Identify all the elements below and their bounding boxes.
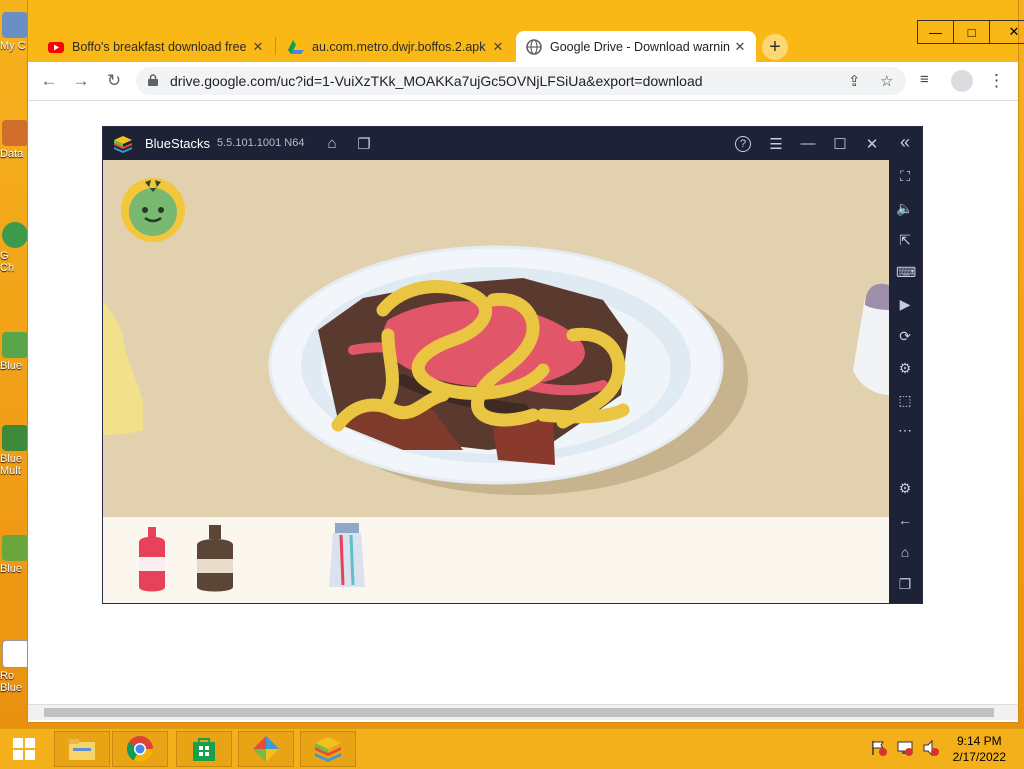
ketchup-bottle[interactable] (139, 527, 165, 592)
system-tray (870, 739, 940, 757)
browser-toolbar: ← → ↻ drive.google.com/uc?id=1-VuiXzTKk_… (28, 62, 1018, 101)
url-text: drive.google.com/uc?id=1-VuiXzTKk_MOAKKa… (170, 73, 703, 89)
game-view[interactable] (103, 160, 889, 603)
condiment-tray (103, 517, 889, 603)
bookmark-star-icon[interactable]: ☆ (880, 72, 893, 90)
desktop-icon-ro-bluestacks[interactable]: Ro Blue (0, 640, 30, 694)
start-button[interactable] (0, 731, 48, 767)
bs-menu-icon[interactable]: ☰ (767, 135, 785, 153)
taskbar-chrome[interactable] (112, 731, 168, 767)
recent-apps-icon[interactable]: ❐ (896, 576, 914, 593)
tab-drive-download-warning[interactable]: Google Drive - Download warnin ✕ (516, 31, 756, 62)
bs-help-icon[interactable]: ? (735, 136, 751, 152)
chrome-icon (126, 736, 154, 763)
bs-minimize-button[interactable]: — (799, 135, 817, 152)
tab-apk-drive[interactable]: au.com.metro.dwjr.boffos.2.apk - ✕ (278, 31, 514, 62)
tab-title: au.com.metro.dwjr.boffos.2.apk - (312, 39, 488, 54)
bs-multi-instance-icon[interactable]: ❐ (355, 135, 373, 153)
more-options-icon[interactable]: ⋯ (896, 422, 914, 439)
back-button[interactable]: ← (38, 71, 60, 91)
taskbar-multi-instance[interactable] (238, 731, 294, 767)
tab-strip: — □ ✕ Boffo's breakfast download free | … (28, 0, 1024, 62)
bluestacks-window: BlueStacks 5.5.101.1001 N64 ⌂ ❐ ? ☰ — ☐ … (102, 126, 923, 604)
bluestacks-sidebar: ⛶ 🔈 ⇱ ⌨ ▶ ⟳ ⚙ ⬚ ⋯ ⚙ ← ⌂ ❐ (889, 160, 922, 603)
store-icon (193, 738, 215, 761)
desktop-icon-my-computer[interactable]: My C (0, 12, 30, 52)
folder-icon (69, 739, 95, 760)
taskbar-store[interactable] (176, 731, 232, 767)
clock-time: 9:14 PM (956, 734, 1002, 748)
bluestacks-name: BlueStacks (145, 136, 211, 151)
share-icon[interactable]: ⇪ (848, 72, 861, 90)
new-tab-button[interactable]: + (762, 34, 788, 60)
bs-collapse-sidebar-icon[interactable]: « (896, 132, 914, 153)
settings-gear-icon[interactable]: ⚙ (896, 480, 914, 497)
window-controls: — □ ✕ (917, 20, 1024, 44)
windows-logo-icon (13, 738, 35, 760)
toothpaste-tube[interactable] (329, 523, 365, 587)
tab-separator (275, 37, 276, 55)
rotate-icon[interactable]: ⟳ (896, 328, 914, 345)
macro-record-icon[interactable]: ▶ (896, 296, 914, 313)
tab-boffos-youtube[interactable]: Boffo's breakfast download free | ✕ (38, 31, 274, 62)
globe-icon (526, 38, 542, 55)
horizontal-scrollbar[interactable] (28, 704, 1018, 720)
keyboard-controls-icon[interactable]: ⌨ (896, 264, 916, 281)
address-bar[interactable]: drive.google.com/uc?id=1-VuiXzTKk_MOAKKa… (136, 67, 906, 95)
pointer-lock-icon[interactable]: ⇱ (896, 232, 914, 249)
tab-title: Google Drive - Download warnin (550, 39, 730, 54)
chrome-menu-icon[interactable]: ⋮ (988, 71, 1005, 91)
condiments (139, 523, 365, 592)
bs-close-button[interactable]: ✕ (863, 135, 881, 153)
volume-muted-icon[interactable] (922, 739, 940, 757)
network-icon[interactable] (896, 739, 914, 757)
media-control-icon[interactable]: ≡ (920, 71, 929, 88)
profile-avatar[interactable] (951, 70, 973, 92)
minimize-button[interactable]: — (918, 21, 953, 43)
desktop-icon-bluestacks-multi[interactable]: Blue Mult (0, 425, 30, 477)
multi-instance-icon (253, 736, 279, 762)
maximize-button[interactable]: □ (953, 21, 989, 43)
bs-home-icon[interactable]: ⌂ (323, 135, 341, 152)
tab-close-icon[interactable]: ✕ (730, 39, 750, 55)
eco-mode-icon[interactable]: ⚙ (896, 360, 914, 377)
bluestacks-version: 5.5.101.1001 N64 (217, 137, 305, 149)
lock-icon (148, 74, 158, 86)
youtube-icon (48, 41, 64, 53)
taskbar-bluestacks[interactable] (300, 731, 356, 767)
brown-sauce-bottle[interactable] (197, 525, 233, 592)
close-button[interactable]: ✕ (989, 21, 1024, 43)
bs-maximize-button[interactable]: ☐ (831, 135, 849, 153)
volume-icon[interactable]: 🔈 (896, 200, 914, 217)
tab-close-icon[interactable]: ✕ (488, 39, 508, 55)
forward-button[interactable]: → (70, 71, 92, 91)
clock-date: 2/17/2022 (952, 750, 1006, 764)
desktop-icon-bluestacks[interactable]: Blue (0, 332, 30, 372)
desktop-icon-chrome[interactable]: G Ch (0, 222, 30, 274)
google-drive-icon (288, 39, 304, 54)
scrollbar-thumb[interactable] (44, 708, 994, 717)
bluestacks-title-bar: BlueStacks 5.5.101.1001 N64 ⌂ ❐ ? ☰ — ☐ … (103, 127, 922, 160)
desktop-icon-data[interactable]: Data (0, 120, 30, 160)
reload-button[interactable]: ↻ (103, 71, 125, 91)
fullscreen-icon[interactable]: ⛶ (896, 168, 914, 185)
bluestacks-icon (315, 737, 341, 762)
taskbar-file-explorer[interactable] (54, 731, 110, 767)
taskbar-clock[interactable]: 9:14 PM 2/17/2022 (953, 733, 1006, 765)
android-home-icon[interactable]: ⌂ (896, 544, 914, 560)
bluestacks-logo-icon (114, 136, 132, 153)
install-apk-icon[interactable]: ⬚ (896, 392, 914, 409)
action-center-flag-icon[interactable] (870, 739, 888, 757)
back-arrow-icon[interactable]: ← (896, 512, 914, 528)
tab-close-icon[interactable]: ✕ (248, 39, 268, 55)
desktop-icon-bluestacks-2[interactable]: Blue (0, 535, 30, 575)
tab-title: Boffo's breakfast download free | (72, 39, 248, 54)
taskbar: 9:14 PM 2/17/2022 (0, 728, 1024, 769)
